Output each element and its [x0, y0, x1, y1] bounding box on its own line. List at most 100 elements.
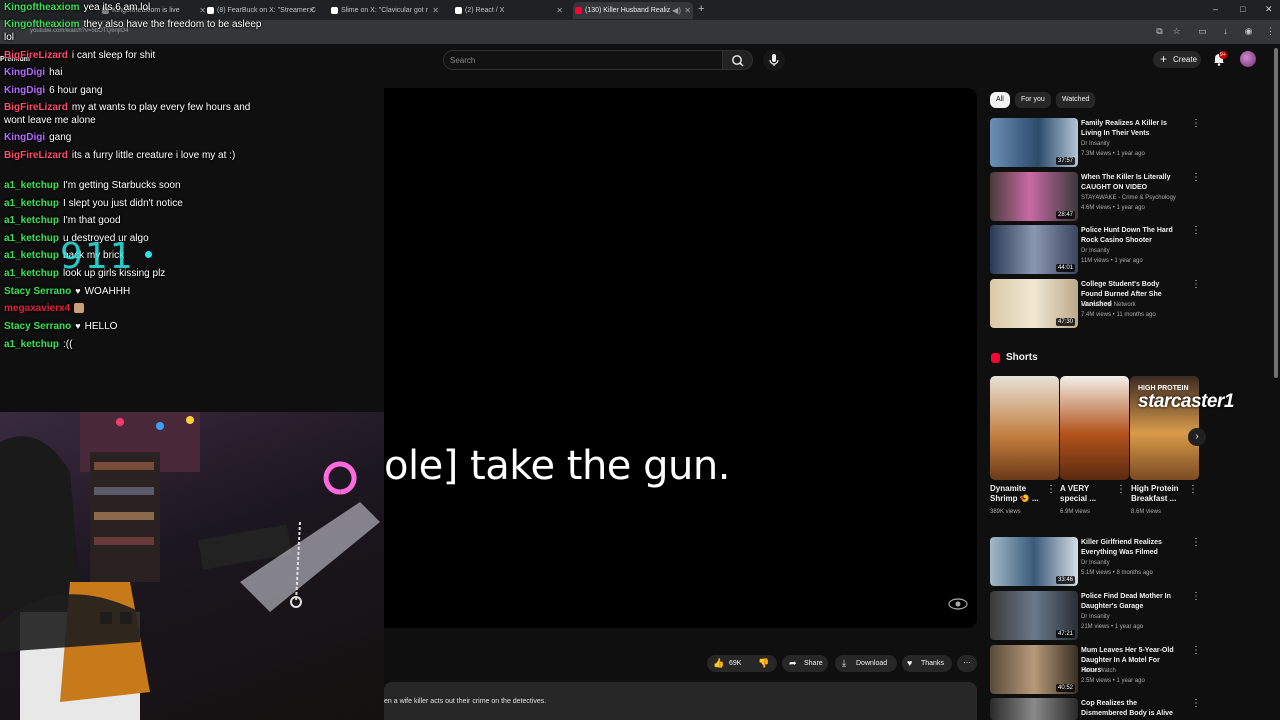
close-icon[interactable]: ✕ [432, 2, 439, 19]
install-icon[interactable]: ⧉ [1154, 26, 1165, 37]
eye-icon[interactable] [948, 598, 968, 610]
more-vertical-icon[interactable]: ⋮ [1191, 698, 1201, 709]
recommendation-item[interactable]: 44:01 Police Hunt Down The Hard Rock Cas… [990, 225, 1205, 274]
video-thumbnail[interactable]: 44:01 [990, 225, 1078, 274]
video-thumbnail[interactable]: 37:57 [990, 118, 1078, 167]
video-thumbnail[interactable]: 40:52 [990, 645, 1078, 694]
chat-message: a1_ketchup I'm getting Starbucks soon [4, 179, 266, 192]
download-button[interactable]: ⤓ Download [835, 655, 897, 672]
thumbs-up-icon[interactable]: 👍 [713, 655, 724, 672]
browser-tab[interactable]: (2) React / X ✕ [453, 2, 565, 19]
short-thumbnail[interactable] [990, 376, 1059, 480]
channel-name[interactable]: Police Watch [1081, 668, 1116, 674]
thanks-button[interactable]: ♥ Thanks [902, 655, 952, 672]
browser-tab[interactable]: Slime on X: "Clavicular got r ✕ [329, 2, 441, 19]
voice-search-button[interactable] [763, 49, 785, 71]
more-vertical-icon[interactable]: ⋮ [1191, 225, 1201, 236]
shorts-logo-icon [991, 353, 1000, 363]
chat-username: a1_ketchup [4, 198, 60, 209]
thumbs-down-icon[interactable]: 👎 [758, 655, 769, 672]
video-title[interactable]: Family Realizes A Killer Is Living In Th… [1081, 119, 1181, 139]
close-window-icon[interactable]: ✕ [1265, 4, 1273, 15]
short-title[interactable]: High Protein Breakfast ... [1131, 484, 1186, 504]
browser-tab-active[interactable]: (130) Killer Husband Realiz ◀) ✕ [573, 2, 693, 19]
page-scrollbar[interactable] [1274, 48, 1278, 378]
share-button[interactable]: ➦ Share [782, 655, 828, 672]
chip-for-you[interactable]: For you [1015, 92, 1051, 108]
create-button[interactable]: + Create [1153, 51, 1201, 68]
description-box[interactable]: en a wife killer acts out their crime on… [384, 682, 977, 720]
download-icon[interactable]: ↓ [1220, 26, 1231, 37]
maximize-icon[interactable]: □ [1240, 4, 1245, 14]
channel-name[interactable]: Law&Crime Network [1081, 302, 1136, 308]
video-title[interactable]: Killer Girlfriend Realizes Everything Wa… [1081, 538, 1181, 558]
duration-badge: 33:46 [1055, 576, 1075, 584]
search-box[interactable] [443, 50, 723, 70]
download-label: Download [856, 660, 888, 667]
chat-text: its a furry little creature i love my at… [71, 150, 236, 161]
short-thumbnail[interactable] [1060, 376, 1129, 480]
more-vertical-icon[interactable]: ⋮ [1191, 537, 1201, 548]
recommendation-item[interactable]: 47:30 College Student's Body Found Burne… [990, 279, 1205, 328]
chat-username: a1_ketchup [4, 180, 60, 191]
channel-name[interactable]: Dr Insanity [1081, 614, 1110, 620]
more-vertical-icon[interactable]: ⋮ [1188, 484, 1198, 495]
chat-username: KingDigi [4, 85, 46, 96]
webcam-scene [0, 412, 380, 720]
video-thumbnail[interactable]: 28:47 [990, 172, 1078, 221]
more-vertical-icon[interactable]: ⋮ [1116, 484, 1126, 495]
chat-message: a1_ketchup u destroyed ur algo [4, 232, 266, 245]
channel-name[interactable]: Dr Insanity [1081, 248, 1110, 254]
short-title[interactable]: A VERY special ... [1060, 484, 1115, 504]
like-count[interactable]: 69K [729, 655, 741, 672]
chip-watched[interactable]: Watched [1056, 92, 1096, 108]
more-vertical-icon[interactable]: ⋮ [1191, 172, 1201, 183]
recommendation-item[interactable]: 40:52 Mum Leaves Her 5-Year-Old Daughter… [990, 645, 1205, 694]
video-title[interactable]: Police Hunt Down The Hard Rock Casino Sh… [1081, 226, 1181, 246]
bookmark-star-icon[interactable]: ☆ [1171, 26, 1182, 37]
recommendation-item[interactable]: 33:46 Killer Girlfriend Realizes Everyth… [990, 537, 1205, 586]
new-tab-icon[interactable]: + [698, 3, 704, 15]
channel-name[interactable]: Dr Insanity [1081, 560, 1110, 566]
minimize-icon[interactable]: – [1213, 4, 1218, 14]
more-vertical-icon[interactable]: ⋮ [1191, 118, 1201, 129]
close-icon[interactable]: ✕ [556, 2, 563, 19]
chat-message: BigFireLizard my at wants to play every f… [4, 101, 266, 127]
chat-username: Stacy Serrano [4, 286, 72, 297]
video-thumbnail[interactable]: 33:46 [990, 537, 1078, 586]
account-avatar[interactable] [1240, 51, 1256, 67]
profile-icon[interactable]: ◉ [1243, 26, 1254, 37]
browser-menu-icon[interactable]: ⋮ [1265, 26, 1276, 37]
video-title[interactable]: When The Killer Is Literally CAUGHT ON V… [1081, 173, 1181, 193]
sidepanel-icon[interactable]: ▭ [1197, 26, 1208, 37]
close-icon[interactable]: ✕ [308, 2, 315, 19]
video-thumbnail[interactable] [990, 698, 1078, 720]
short-title[interactable]: Dynamite Shrimp 🍤 ... [990, 484, 1045, 504]
more-vertical-icon[interactable]: ⋮ [1191, 279, 1201, 290]
video-meta: 5.1M views • 8 months ago [1081, 570, 1153, 576]
channel-name[interactable]: STAYAWAKE - Crime & Psychology [1081, 195, 1176, 201]
recommendation-item[interactable]: 47:21 Police Find Dead Mother In Daughte… [990, 591, 1205, 640]
video-title[interactable]: Police Find Dead Mother In Daughter's Ga… [1081, 592, 1181, 612]
close-icon[interactable]: ✕ [684, 2, 691, 19]
tab-label: (2) React / X [465, 7, 505, 14]
channel-name[interactable]: Dr Insanity [1081, 141, 1110, 147]
more-vertical-icon[interactable]: ⋮ [1046, 484, 1056, 495]
chat-text: I'm getting Starbucks soon [63, 180, 181, 191]
shorts-next-button[interactable]: › [1188, 428, 1206, 446]
more-actions-button[interactable]: ⋯ [957, 655, 977, 672]
speaker-icon[interactable]: ◀) [672, 2, 681, 19]
video-thumbnail[interactable]: 47:21 [990, 591, 1078, 640]
search-input[interactable] [450, 54, 710, 67]
more-vertical-icon[interactable]: ⋮ [1191, 645, 1201, 656]
recommendation-item[interactable]: 37:57 Family Realizes A Killer Is Living… [990, 118, 1205, 167]
video-title[interactable]: Cop Realizes the Dismembered Body is Ali… [1081, 699, 1181, 719]
recommendation-item[interactable]: Cop Realizes the Dismembered Body is Ali… [990, 698, 1205, 720]
search-button[interactable] [723, 50, 753, 70]
duration-badge: 40:52 [1055, 684, 1075, 692]
video-thumbnail[interactable]: 47:30 [990, 279, 1078, 328]
more-vertical-icon[interactable]: ⋮ [1191, 591, 1201, 602]
recommendation-item[interactable]: 28:47 When The Killer Is Literally CAUGH… [990, 172, 1205, 221]
video-player[interactable]: ole] take the gun. [384, 88, 977, 628]
chip-all[interactable]: All [990, 92, 1010, 108]
